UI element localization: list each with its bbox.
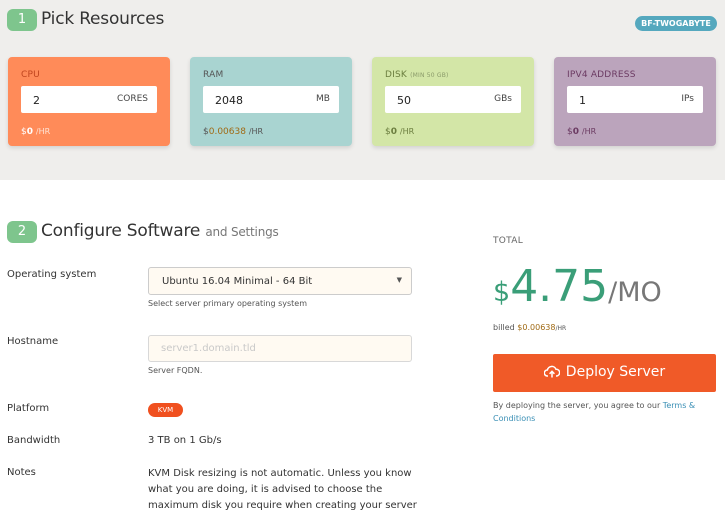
- configure-title-text: Configure Software: [41, 221, 201, 241]
- disk-price-amount: 0: [390, 127, 397, 137]
- step-2-badge: 2: [7, 221, 37, 243]
- pick-resources-section: 1 Pick Resources BF-TWOGABYTE CPU 2 CORE…: [0, 0, 725, 180]
- billed-per: /HR: [555, 325, 567, 332]
- cpu-card: CPU 2 CORES $0 /HR: [8, 57, 170, 146]
- deploy-server-button[interactable]: Deploy Server: [493, 354, 716, 392]
- ram-price-amount: 0.00638: [208, 127, 246, 137]
- cpu-price: $0 /HR: [21, 127, 50, 137]
- ipv4-unit: IPs: [681, 94, 694, 104]
- disk-unit: GBs: [494, 94, 512, 104]
- os-selected-value: Ubuntu 16.04 Minimal - 64 Bit: [162, 276, 313, 287]
- os-label: Operating system: [7, 269, 97, 280]
- billed-hourly: billed $0.00638/HR: [493, 323, 566, 332]
- platform-label: Platform: [7, 403, 50, 414]
- cpu-price-amount: 0: [26, 127, 33, 137]
- disk-label: DISK (MIN 50 GB): [385, 70, 449, 80]
- ipv4-card: IPV4 ADDRESS 1 IPs $0 /HR: [554, 57, 716, 146]
- disk-price-per: /HR: [399, 127, 415, 136]
- cpu-unit: CORES: [116, 94, 148, 104]
- ram-label: RAM: [203, 70, 224, 80]
- chevron-down-icon: ▼: [396, 276, 402, 284]
- ram-card: RAM 2048 MB $0.00638 /HR: [190, 57, 352, 146]
- ram-input[interactable]: 2048 MB: [203, 86, 339, 113]
- billed-amount: 0.00638: [522, 323, 556, 332]
- ipv4-price: $0 /HR: [567, 127, 596, 137]
- disk-input[interactable]: 50 GBs: [385, 86, 521, 113]
- configure-software-title: Configure Software and Settings: [41, 221, 279, 241]
- os-help: Select server primary operating system: [148, 299, 307, 308]
- bandwidth-label: Bandwidth: [7, 435, 61, 446]
- bandwidth-value: 3 TB on 1 Gb/s: [148, 435, 222, 446]
- deploy-label: Deploy Server: [565, 364, 666, 380]
- billed-amount-wrap: $0.00638: [517, 323, 555, 332]
- cpu-label: CPU: [21, 70, 40, 80]
- cloud-upload-icon: [543, 365, 561, 382]
- total-period: /MO: [608, 277, 662, 308]
- ipv4-value: 1: [579, 94, 586, 107]
- terms-notice-text: By deploying the server, you agree to ou…: [493, 401, 661, 410]
- disk-card: DISK (MIN 50 GB) 50 GBs $0 /HR: [372, 57, 534, 146]
- platform-badge: KVM: [148, 403, 183, 417]
- ram-unit: MB: [316, 94, 330, 104]
- terms-notice: By deploying the server, you agree to ou…: [493, 399, 718, 425]
- notes-text: KVM Disk resizing is not automatic. Unle…: [148, 468, 417, 511]
- disk-min-hint: (MIN 50 GB): [410, 72, 449, 79]
- disk-price: $0 /HR: [385, 127, 414, 137]
- disk-value: 50: [397, 94, 411, 107]
- cpu-input[interactable]: 2 CORES: [21, 86, 157, 113]
- total-label: TOTAL: [493, 236, 524, 246]
- pick-resources-title: Pick Resources: [41, 9, 165, 29]
- configure-subtitle: and Settings: [205, 225, 279, 239]
- total-currency: $: [493, 277, 511, 308]
- cpu-price-per: /HR: [35, 127, 51, 136]
- ram-price-per: /HR: [248, 127, 264, 136]
- notes-label: Notes: [7, 467, 36, 478]
- ram-price: $0.00638 /HR: [203, 127, 263, 137]
- total-price: $4.75/MO: [493, 265, 662, 309]
- hostname-help: Server FQDN.: [148, 366, 203, 375]
- ipv4-price-amount: 0: [572, 127, 579, 137]
- ipv4-input[interactable]: 1 IPs: [567, 86, 703, 113]
- hostname-input[interactable]: [148, 335, 412, 362]
- step-1-badge: 1: [7, 9, 37, 31]
- ipv4-label: IPV4 ADDRESS: [567, 70, 636, 80]
- promo-tag: BF-TWOGABYTE: [635, 16, 717, 31]
- ram-value: 2048: [215, 94, 243, 107]
- os-select[interactable]: Ubuntu 16.04 Minimal - 64 Bit ▼: [148, 267, 412, 295]
- hostname-label: Hostname: [7, 336, 59, 347]
- billed-text: billed: [493, 323, 515, 332]
- cpu-value: 2: [33, 94, 40, 107]
- total-amount: 4.75: [510, 261, 609, 312]
- disk-label-text: DISK: [385, 70, 407, 80]
- ipv4-price-per: /HR: [581, 127, 597, 136]
